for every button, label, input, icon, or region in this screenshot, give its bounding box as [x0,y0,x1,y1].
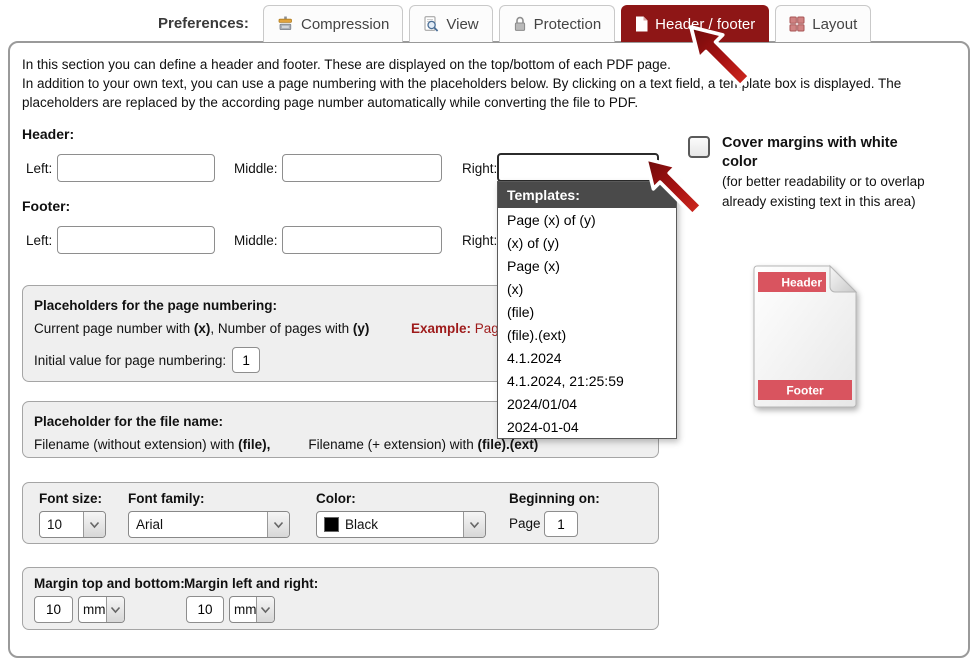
tab-compression[interactable]: Compression [263,5,403,42]
footer-middle-label: Middle: [234,233,278,248]
example-label: Example: [411,321,471,336]
filename-desc-text: Filename (without extension) with [34,437,238,452]
color-select[interactable]: Black [316,511,486,538]
chevron-down-icon [267,512,289,537]
initial-value-label: Initial value for page numbering: [34,353,226,368]
header-middle-label: Middle: [234,161,278,176]
font-size-label: Font size: [39,491,102,506]
header-right-label: Right: [462,161,497,176]
margin-left-right-unit-select[interactable]: mm [229,596,275,623]
unit-value: mm [79,597,106,622]
header-middle-input[interactable] [282,154,442,182]
filename-desc-text2: Filename (+ extension) with [308,437,477,452]
footer-section-title: Footer: [22,198,70,214]
unit-value: mm [230,597,256,622]
header-right-input[interactable] [497,153,659,182]
cover-margins-label: Cover margins with white color [722,134,902,172]
tab-label: Compression [301,16,389,33]
template-item[interactable]: 2024-01-04 [498,415,676,438]
footer-middle-input[interactable] [282,226,442,254]
initial-value-input[interactable] [232,347,260,373]
template-item[interactable]: Page (x) [498,254,676,277]
protection-icon [513,16,527,32]
numbering-desc-text2: , Number of pages with [210,321,353,336]
template-item[interactable]: (x) of (y) [498,231,676,254]
font-size-select[interactable]: 10 [39,511,106,538]
margin-top-bottom-label: Margin top and bottom: [34,576,185,591]
placeholder-file: (file), [238,437,270,452]
beginning-page-input[interactable] [544,511,578,537]
tab-view[interactable]: View [409,5,492,42]
arrow-pointer-icon [688,24,764,100]
layout-icon [789,16,805,32]
placeholder-file-ext: (file).(ext) [478,437,539,452]
placeholder-x: (x) [194,321,211,336]
header-left-label: Left: [26,161,52,176]
template-item[interactable]: (file) [498,300,676,323]
footer-left-label: Left: [26,233,52,248]
numbering-desc-text: Current page number with [34,321,194,336]
font-family-value: Arial [129,512,267,537]
header-section-title: Header: [22,126,74,142]
font-size-value: 10 [40,512,83,537]
tab-protection[interactable]: Protection [499,5,616,42]
color-value: Black [345,517,378,532]
margins-box: Margin top and bottom: mm Margin left an… [22,567,659,630]
template-item[interactable]: (file).(ext) [498,323,676,346]
template-item[interactable]: 4.1.2024, 21:25:59 [498,369,676,392]
beginning-on-label: Beginning on: [509,491,600,506]
font-family-select[interactable]: Arial [128,511,290,538]
margin-left-right-label: Margin left and right: [184,576,318,591]
template-item[interactable]: 2024/01/04 [498,392,676,415]
tab-label: Layout [812,16,857,33]
preferences-page: Preferences: Compression View [0,0,978,664]
color-value-wrap: Black [317,512,463,537]
color-swatch [324,517,339,532]
placeholder-y: (y) [353,321,370,336]
page-icon [635,16,648,32]
tab-layout[interactable]: Layout [775,5,871,42]
compression-icon [277,16,294,32]
font-family-label: Font family: [128,491,205,506]
footer-left-input[interactable] [57,226,215,254]
page-preview-image: Header Footer [748,262,862,410]
chevron-down-icon [463,512,485,537]
footer-right-label: Right: [462,233,497,248]
color-label: Color: [316,491,356,506]
chevron-down-icon [256,597,274,622]
tab-bar: Compression View Protection H [263,5,871,42]
cover-margins-checkbox[interactable] [688,136,710,158]
arrow-pointer-icon [643,156,715,228]
intro-line2: In addition to your own text, you can us… [22,74,960,112]
chevron-down-icon [83,512,105,537]
view-icon [423,16,439,32]
preview-header-label: Header [781,276,822,290]
preferences-label: Preferences: [158,15,249,32]
font-settings-box: Font size: 10 Font family: Arial Color: … [22,482,659,544]
chevron-down-icon [106,597,124,622]
tab-label: View [446,16,478,33]
margin-top-bottom-unit-select[interactable]: mm [78,596,125,623]
template-item[interactable]: 4.1.2024 [498,346,676,369]
cover-margins-note: (for better readability or to overlap al… [722,172,927,211]
preview-footer-label: Footer [786,384,824,398]
intro-line1: In this section you can define a header … [22,55,960,74]
margin-top-bottom-input[interactable] [34,596,73,623]
filename-description: Filename (without extension) with (file)… [34,437,647,452]
template-item[interactable]: (x) [498,277,676,300]
header-left-input[interactable] [57,154,215,182]
page-word-label: Page [509,516,541,531]
intro-text: In this section you can define a header … [22,55,960,112]
margin-left-right-input[interactable] [186,596,224,623]
tab-label: Protection [534,16,602,33]
